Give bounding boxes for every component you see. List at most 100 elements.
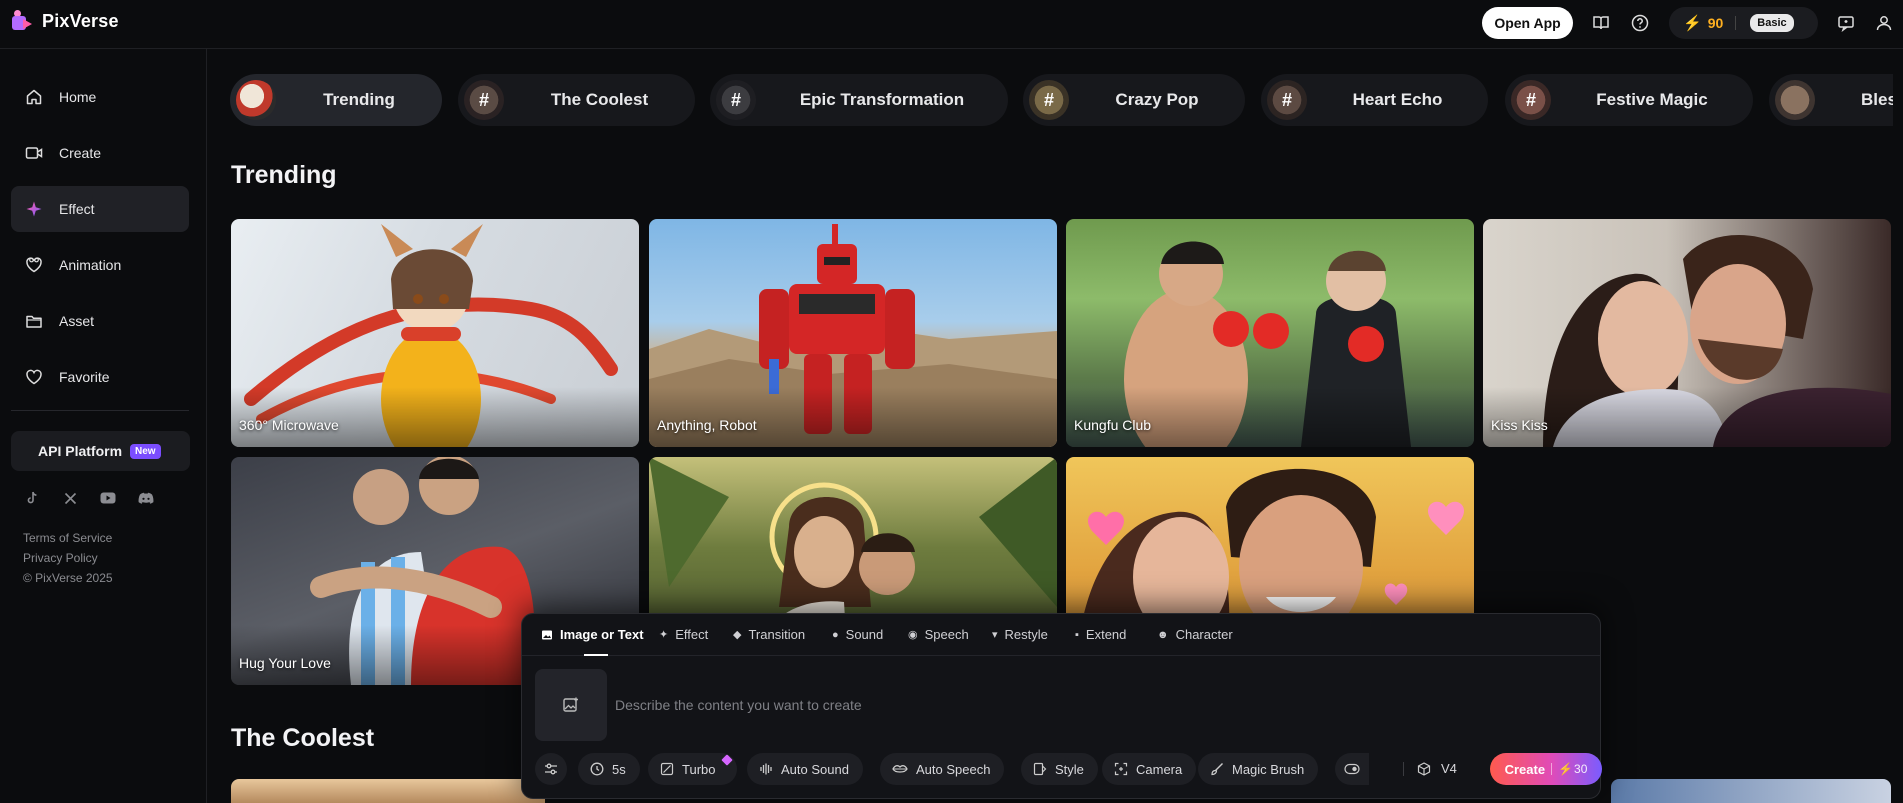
tab-label: Heart Echo	[1352, 90, 1443, 109]
toggle-icon	[1344, 763, 1360, 775]
tab-speech[interactable]: ◉ Speech	[908, 627, 969, 642]
sidebar-item-asset[interactable]: Asset	[11, 298, 189, 344]
help-icon[interactable]	[1629, 12, 1651, 34]
image-icon	[541, 629, 553, 641]
speech-icon: ◉	[908, 629, 918, 641]
tab-epic-transformation[interactable]: # Epic Transformation	[710, 74, 1008, 126]
sidebar-item-effect[interactable]: Effect	[11, 186, 189, 232]
social-links	[24, 490, 154, 506]
tab-heart-echo[interactable]: # Heart Echo	[1261, 74, 1488, 126]
open-app-button[interactable]: Open App	[1482, 7, 1573, 39]
create-button[interactable]: Create ⚡ 30	[1490, 753, 1602, 785]
tab-effect[interactable]: ✦ Effect	[659, 627, 708, 642]
tab-label: Festive Magic	[1596, 90, 1708, 109]
effect-card-peek[interactable]	[231, 779, 545, 803]
tab-transition[interactable]: ◆ Transition	[733, 627, 805, 642]
tab-image-or-text[interactable]: Image or Text	[541, 627, 644, 642]
plan-badge[interactable]: Basic	[1750, 14, 1794, 32]
sidebar-item-home[interactable]: Home	[11, 74, 189, 120]
effect-card-anything-robot[interactable]: Anything, Robot	[649, 219, 1057, 447]
tab-character[interactable]: ☻ Character	[1157, 627, 1233, 642]
new-badge: New	[130, 443, 161, 459]
sidebar-item-create[interactable]: Create	[11, 130, 189, 176]
terms-link[interactable]: Terms of Service	[23, 531, 112, 545]
feedback-icon[interactable]	[1835, 12, 1857, 34]
tab-label: Extend	[1085, 627, 1127, 642]
divider	[1551, 763, 1553, 775]
camera-button[interactable]: Camera	[1102, 753, 1197, 785]
tab-the-coolest[interactable]: # The Coolest	[458, 74, 695, 126]
hashtag-icon: #	[1511, 80, 1551, 120]
tab-label: Trending	[323, 90, 395, 109]
logo-icon	[12, 10, 34, 32]
card-title: Hug Your Love	[239, 655, 331, 671]
transition-icon: ◆	[733, 629, 742, 641]
upload-image-button[interactable]	[535, 669, 607, 741]
effect-card-peek[interactable]	[1611, 779, 1891, 803]
tiktok-icon[interactable]	[24, 490, 40, 506]
effect-card-kungfu-club[interactable]: Kungfu Club	[1066, 219, 1474, 447]
hashtag-icon: #	[1029, 80, 1069, 120]
sound-icon: ●	[832, 628, 839, 641]
create-cost: 30	[1574, 762, 1588, 776]
category-thumbnail	[1775, 80, 1815, 120]
x-icon[interactable]	[62, 490, 78, 506]
tab-label: Sound	[845, 627, 884, 642]
magic-brush-label: Magic Brush	[1232, 761, 1305, 777]
user-icon[interactable]	[1873, 12, 1895, 34]
privacy-link[interactable]: Privacy Policy	[23, 551, 98, 565]
prompt-input[interactable]: Describe the content you want to create	[615, 697, 862, 713]
more-options-button[interactable]	[1335, 753, 1369, 785]
hashtag-icon: #	[716, 80, 756, 120]
card-title: 360° Microwave	[239, 417, 339, 433]
section-title-the-coolest: The Coolest	[231, 724, 375, 752]
sidebar-divider	[11, 410, 189, 411]
auto-speech-label: Auto Speech	[916, 761, 991, 777]
sidebar-item-favorite[interactable]: Favorite	[11, 354, 189, 400]
credits-balance[interactable]: ⚡ 90 Basic	[1669, 7, 1818, 39]
duration-button[interactable]: 5s	[578, 753, 640, 785]
tab-crazy-pop[interactable]: # Crazy Pop	[1023, 74, 1245, 126]
tab-festive-magic[interactable]: # Festive Magic	[1505, 74, 1753, 126]
credits-count: 90	[1707, 15, 1724, 31]
turbo-button[interactable]: Turbo	[648, 753, 738, 785]
auto-sound-button[interactable]: Auto Sound	[747, 753, 863, 785]
tab-label: Character	[1175, 627, 1233, 642]
sidebar-item-label: Effect	[59, 201, 95, 217]
model-version: V4	[1441, 761, 1457, 776]
sparkle-icon	[25, 200, 43, 218]
api-platform-button[interactable]: API Platform New	[11, 431, 190, 471]
model-version-selector[interactable]: V4	[1417, 761, 1457, 776]
effect-card-360-microwave[interactable]: 360° Microwave	[231, 219, 639, 447]
discord-icon[interactable]	[138, 490, 154, 506]
settings-button[interactable]	[535, 753, 567, 785]
top-bar: PixVerse Open App ⚡ 90 Basic	[0, 0, 1903, 49]
youtube-icon[interactable]	[100, 490, 116, 506]
style-button[interactable]: Style	[1021, 753, 1098, 785]
tab-extend[interactable]: ▪ Extend	[1075, 627, 1126, 642]
cube-icon	[1417, 761, 1431, 776]
brush-icon: ▾	[992, 629, 998, 641]
sidebar-item-label: Create	[59, 145, 102, 161]
heart-outline-icon	[25, 256, 43, 274]
tab-sound[interactable]: ● Sound	[832, 627, 883, 642]
sparkle-icon: ✦	[659, 629, 669, 641]
tab-label: Epic Transformation	[799, 90, 965, 109]
video-camera-icon	[25, 144, 43, 162]
logo[interactable]: PixVerse	[12, 10, 119, 32]
brush-icon	[1210, 762, 1224, 776]
clock-icon	[590, 762, 604, 776]
tab-label: Bles	[1861, 90, 1893, 109]
toolbar-divider	[1403, 762, 1404, 776]
book-icon[interactable]	[1590, 12, 1612, 34]
tab-bles[interactable]: Bles	[1769, 74, 1893, 126]
auto-sound-label: Auto Sound	[781, 761, 849, 777]
tab-restyle[interactable]: ▾ Restyle	[992, 627, 1048, 642]
sidebar-item-animation[interactable]: Animation	[11, 242, 189, 288]
magic-brush-button[interactable]: Magic Brush	[1198, 753, 1319, 785]
turbo-icon	[660, 762, 674, 776]
auto-speech-button[interactable]: Auto Speech	[880, 753, 1005, 785]
tab-trending[interactable]: Trending	[230, 74, 442, 126]
effect-card-kiss-kiss[interactable]: Kiss Kiss	[1483, 219, 1891, 447]
duration-value: 5s	[612, 761, 626, 777]
